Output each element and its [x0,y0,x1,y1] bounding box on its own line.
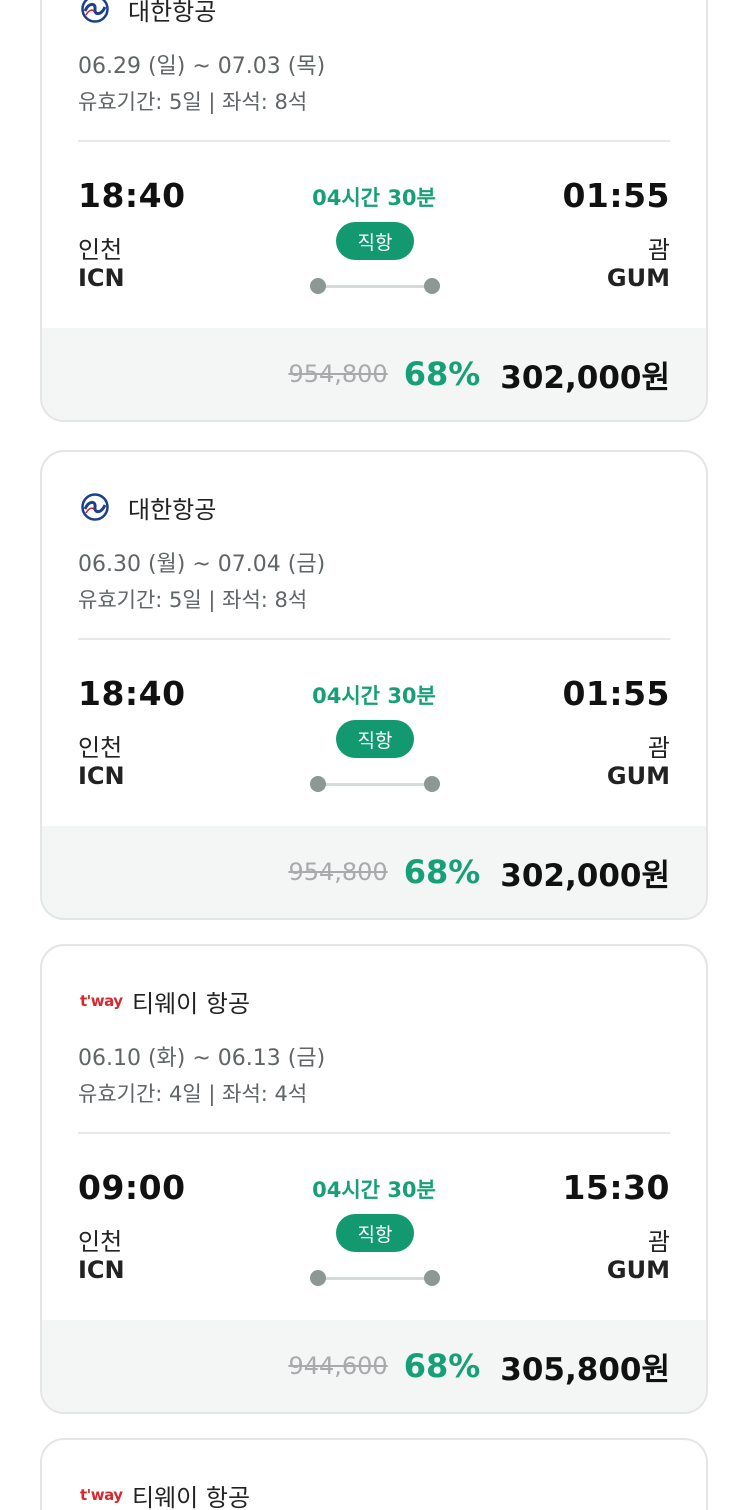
divider [78,1132,670,1134]
original-price: 944,600 [288,1352,388,1380]
route-end-dot [424,278,440,294]
tway-logo-icon: t'way [80,1486,123,1504]
departure-code: ICN [78,762,125,790]
route-end-dot [424,776,440,792]
flight-card[interactable]: 대한항공 06.29 (일) ~ 07.03 (목) 유효기간: 5일 | 좌석… [40,0,708,422]
travel-dates: 06.29 (일) ~ 07.03 (목) [78,54,326,79]
route-start-dot [310,776,326,792]
final-price: 302,000원 [500,857,670,894]
original-price: 954,800 [288,360,388,388]
korean-air-logo-icon [80,0,120,24]
final-price: 305,800원 [500,1351,670,1388]
departure-city: 인천 [78,734,123,762]
discount-rate: 68% [403,355,481,393]
departure-code: ICN [78,1256,125,1284]
arrival-city: 괌 [647,734,670,762]
departure-time: 18:40 [78,674,186,713]
direct-flight-badge: 직항 [336,720,414,758]
airline-row: 대한항공 [80,0,217,26]
arrival-time: 15:30 [562,1168,670,1207]
validity-seats: 유효기간: 4일 | 좌석: 4석 [78,1082,308,1106]
airline-row: 대한항공 [80,492,217,524]
departure-city: 인천 [78,236,123,264]
route-start-dot [310,278,326,294]
price-bar: 944,600 68% 305,800원 [42,1320,706,1412]
arrival-city: 괌 [647,1228,670,1256]
tway-logo-icon: t'way [80,992,123,1010]
route-end-dot [424,1270,440,1286]
price-bar: 954,800 68% 302,000원 [42,328,706,420]
arrival-code: GUM [606,1256,670,1284]
flight-card[interactable]: t'way 티웨이 항공 06.10 (화) ~ 06.13 (금) 유효기간:… [40,944,708,1414]
arrival-city: 괌 [647,236,670,264]
arrival-code: GUM [606,762,670,790]
airline-name: 대한항공 [128,0,217,26]
final-price: 302,000원 [500,359,670,396]
route-line-track [316,783,434,786]
divider [78,140,670,142]
travel-dates: 06.30 (월) ~ 07.04 (금) [78,552,326,577]
route-line [310,1270,440,1286]
route-line [310,776,440,792]
discount-rate: 68% [403,1347,481,1385]
airline-name: 티웨이 항공 [132,1483,251,1510]
korean-air-logo-icon [80,492,120,522]
airline-name: 티웨이 항공 [132,989,251,1018]
flight-duration: 04시간 30분 [312,186,436,210]
original-price: 954,800 [288,858,388,886]
arrival-code: GUM [606,264,670,292]
price-bar: 954,800 68% 302,000원 [42,826,706,918]
airline-name: 대한항공 [128,495,217,524]
direct-flight-badge: 직항 [336,222,414,260]
departure-city: 인천 [78,1228,123,1256]
flight-card[interactable]: 대한항공 06.30 (월) ~ 07.04 (금) 유효기간: 5일 | 좌석… [40,450,708,920]
discount-rate: 68% [403,853,481,891]
arrival-time: 01:55 [562,176,670,215]
route-start-dot [310,1270,326,1286]
route-line-track [316,1277,434,1280]
departure-code: ICN [78,264,125,292]
airline-row: t'way 티웨이 항공 [80,1480,250,1510]
airline-row: t'way 티웨이 항공 [80,986,251,1018]
flight-duration: 04시간 30분 [312,684,436,708]
validity-seats: 유효기간: 5일 | 좌석: 8석 [78,588,308,612]
flight-duration: 04시간 30분 [312,1178,436,1202]
route-line [310,278,440,294]
departure-time: 18:40 [78,176,186,215]
route-line-track [316,285,434,288]
validity-seats: 유효기간: 5일 | 좌석: 8석 [78,90,308,114]
flight-card[interactable]: t'way 티웨이 항공 [40,1438,708,1510]
departure-time: 09:00 [78,1168,186,1207]
divider [78,638,670,640]
direct-flight-badge: 직항 [336,1214,414,1252]
travel-dates: 06.10 (화) ~ 06.13 (금) [78,1046,326,1071]
arrival-time: 01:55 [562,674,670,713]
